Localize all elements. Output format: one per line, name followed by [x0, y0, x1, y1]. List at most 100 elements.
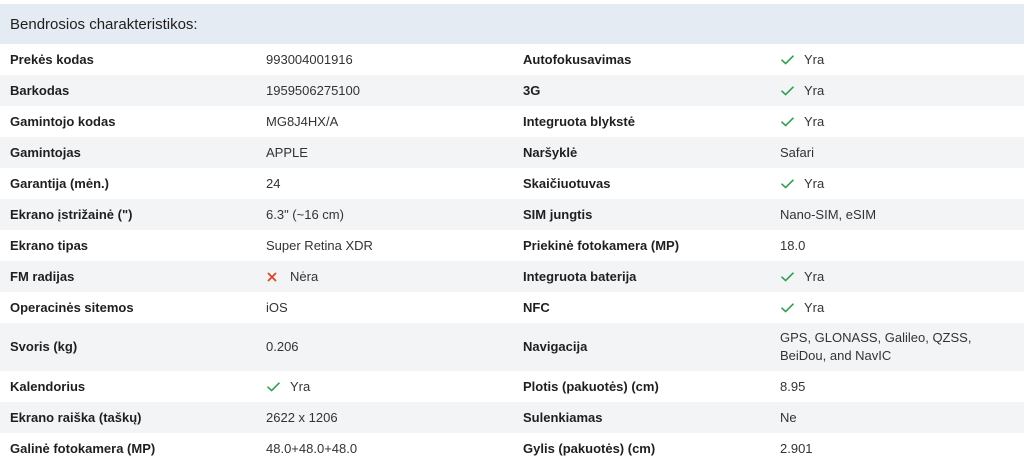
spec-label: Ekrano raiška (taškų) [10, 409, 142, 425]
spec-value-text: Yra [804, 82, 825, 98]
spec-value: Yra [770, 113, 1024, 131]
spec-label: Sulenkiamas [523, 409, 603, 425]
table-row: Svoris (kg) 0.206 Navigacija GPS, GLONASS, … [0, 323, 1024, 371]
spec-value: Yra [770, 268, 1024, 286]
specifications-table: Prekės kodas 993004001916 Autofokusavimas Y… [0, 44, 1024, 464]
spec-label: Operacinės sitemos [10, 299, 134, 315]
spec-value-text: GPS, GLONASS, Galileo, QZSS, BeiDou, and… [780, 330, 972, 363]
spec-value-text: 18.0 [780, 237, 806, 253]
spec-label: Garantija (mėn.) [10, 175, 109, 191]
spec-value: Ne [770, 409, 1024, 427]
table-row: Prekės kodas 993004001916 Autofokusavimas Y… [0, 44, 1024, 75]
spec-value-text: Super Retina XDR [266, 237, 373, 253]
spec-label: Svoris (kg) [10, 339, 78, 354]
spec-value: MG8J4HX/A [256, 113, 513, 131]
spec-label: Navigacija [523, 339, 588, 354]
table-row: Barkodas 1959506275100 3G Yra [0, 75, 1024, 106]
spec-value-text: Yra [804, 268, 825, 284]
spec-label: FM radijas [10, 268, 75, 284]
spec-label: Galinė fotokamera (MP) [10, 440, 156, 456]
spec-label: 3G [523, 82, 541, 98]
spec-value: 48.0+48.0+48.0 [256, 440, 513, 458]
spec-value-text: Yra [804, 113, 825, 129]
spec-value-text: 8.95 [780, 378, 806, 394]
spec-value-text: Yra [804, 51, 825, 67]
check-icon [781, 302, 795, 313]
spec-label: NFC [523, 299, 550, 315]
spec-value-text: 2.901 [780, 440, 813, 456]
spec-value-text: 2622 x 1206 [266, 409, 338, 425]
spec-value: GPS, GLONASS, Galileo, QZSS, BeiDou, and… [770, 329, 1024, 365]
spec-value-text: 1959506275100 [266, 82, 360, 98]
table-row: Operacinės sitemos iOS NFC Yra [0, 292, 1024, 323]
spec-value-text: Yra [804, 175, 825, 191]
spec-value-text: 24 [266, 175, 281, 191]
spec-value: 18.0 [770, 237, 1024, 255]
table-row: Garantija (mėn.) 24 Skaičiuotuvas Yra [0, 168, 1024, 199]
table-row: FM radijas Nėra Integruota baterija Yra [0, 261, 1024, 292]
spec-label: Gamintojas [10, 144, 81, 160]
spec-label: Skaičiuotuvas [523, 175, 611, 191]
table-row: Gamintojas APPLE Naršyklė Safari [0, 137, 1024, 168]
spec-label: Priekinė fotokamera (MP) [523, 237, 680, 253]
spec-value-text: Yra [804, 299, 825, 315]
spec-value: Yra [770, 51, 1024, 69]
spec-value: 2.901 [770, 440, 1024, 458]
spec-value: iOS [256, 299, 513, 317]
spec-label: Integruota baterija [523, 268, 637, 284]
spec-value-text: Nėra [290, 268, 319, 284]
spec-label: Naršyklė [523, 144, 578, 160]
spec-value-text: iOS [266, 299, 288, 315]
spec-label: Ekrano įstrižainė (") [10, 206, 133, 222]
spec-value: Super Retina XDR [256, 237, 513, 255]
table-row: Galinė fotokamera (MP) 48.0+48.0+48.0 Gyli… [0, 433, 1024, 464]
spec-value: 6.3" (~16 cm) [256, 206, 513, 224]
spec-value: Yra [256, 378, 513, 396]
spec-value: 8.95 [770, 378, 1024, 396]
spec-value-text: 993004001916 [266, 51, 353, 67]
spec-value: APPLE [256, 144, 513, 162]
specifications-panel: Bendrosios charakteristikos: Prekės koda… [0, 4, 1024, 464]
table-row: Gamintojo kodas MG8J4HX/A Integruota blyks… [0, 106, 1024, 137]
spec-label: SIM jungtis [523, 206, 593, 222]
table-row: Kalendorius Yra Plotis (pakuotės) (cm) 8.95 [0, 371, 1024, 402]
section-title: Bendrosios charakteristikos: [0, 4, 1024, 44]
check-icon [267, 381, 281, 392]
spec-value-text: Ne [780, 409, 797, 425]
spec-value-text: Yra [290, 378, 311, 394]
spec-value: 24 [256, 175, 513, 193]
spec-label: Plotis (pakuotės) (cm) [523, 378, 659, 394]
spec-value: 0.206 [256, 338, 513, 356]
table-row: Ekrano įstrižainė (") 6.3" (~16 cm) SIM ju… [0, 199, 1024, 230]
spec-value: 2622 x 1206 [256, 409, 513, 427]
spec-label: Gylis (pakuotės) (cm) [523, 440, 656, 456]
spec-label: Kalendorius [10, 378, 86, 394]
spec-label: Integruota blykstė [523, 113, 635, 129]
spec-value-text: 48.0+48.0+48.0 [266, 440, 358, 456]
spec-value: Nano-SIM, eSIM [770, 206, 1024, 224]
spec-value-text: MG8J4HX/A [266, 113, 339, 129]
spec-label: Gamintojo kodas [10, 113, 116, 129]
table-row: Ekrano tipas Super Retina XDR Priekinė fot… [0, 230, 1024, 261]
check-icon [781, 271, 795, 282]
spec-value: Yra [770, 175, 1024, 193]
spec-value-text: 0.206 [266, 339, 299, 354]
check-icon [781, 85, 795, 96]
spec-label: Barkodas [10, 82, 70, 98]
spec-value: Safari [770, 144, 1024, 162]
spec-label: Ekrano tipas [10, 237, 89, 253]
spec-value: 993004001916 [256, 51, 513, 69]
spec-label: Prekės kodas [10, 51, 94, 67]
spec-value-text: Safari [780, 144, 814, 160]
spec-value-text: Nano-SIM, eSIM [780, 206, 877, 222]
spec-value: 1959506275100 [256, 82, 513, 100]
cross-icon [267, 272, 281, 282]
spec-value: Nėra [256, 268, 513, 286]
spec-value-text: APPLE [266, 144, 308, 160]
spec-value: Yra [770, 299, 1024, 317]
spec-label: Autofokusavimas [523, 51, 632, 67]
check-icon [781, 116, 795, 127]
spec-value: Yra [770, 82, 1024, 100]
check-icon [781, 54, 795, 65]
table-row: Ekrano raiška (taškų) 2622 x 1206 Sulenkia… [0, 402, 1024, 433]
